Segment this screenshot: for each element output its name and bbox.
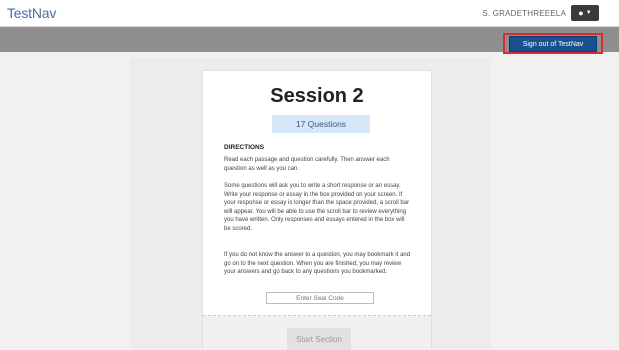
- question-count-badge: 17 Questions: [272, 115, 370, 133]
- directions-heading: DIRECTIONS: [224, 144, 265, 151]
- start-section-button[interactable]: Start Section: [287, 328, 351, 350]
- user-menu-button[interactable]: ● ▼: [571, 5, 599, 21]
- top-bar: TestNav S. GRADETHREEELA ● ▼: [0, 0, 619, 27]
- directions-paragraph-3: If you do not know the answer to a quest…: [224, 252, 411, 275]
- user-icon: ●: [578, 8, 584, 18]
- username-label: S. GRADETHREEELA: [482, 9, 566, 18]
- directions-paragraph-1: Read each passage and question carefully…: [224, 157, 390, 172]
- session-title: Session 2: [270, 85, 364, 107]
- session-card: Session 2 17 Questions DIRECTIONS Read e…: [202, 70, 432, 350]
- signout-button[interactable]: Sign out of TestNav: [509, 36, 597, 52]
- seal-code-input[interactable]: [266, 292, 374, 304]
- chevron-down-icon: ▼: [585, 10, 592, 16]
- testnav-logo: TestNav: [7, 5, 57, 21]
- directions-paragraph-2: Some questions will ask you to write a s…: [224, 183, 410, 232]
